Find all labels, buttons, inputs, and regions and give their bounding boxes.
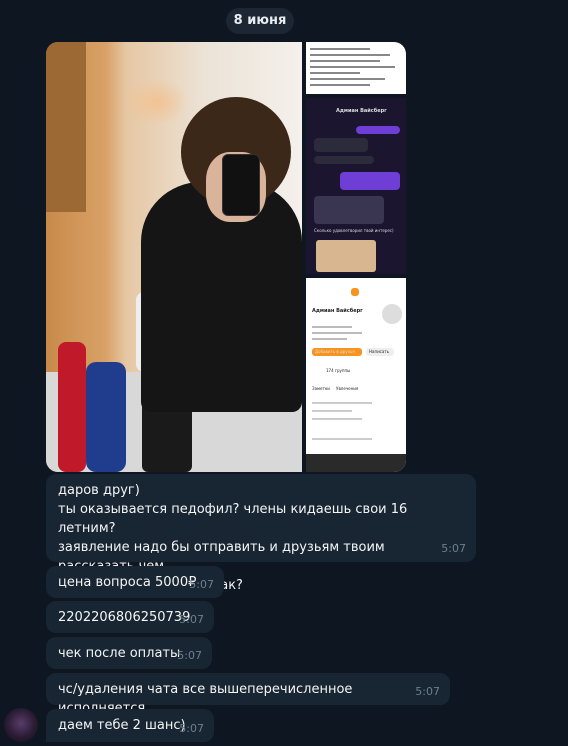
chat-thumb-bubble: [314, 138, 368, 152]
doc-line: [310, 48, 370, 50]
profile-thumb-add-friend-label: Добавить в друзья: [315, 349, 355, 354]
profile-thumb-tab-groups: Увлечения: [336, 386, 359, 391]
profile-thumb-post: [312, 418, 362, 420]
profile-thumb-add-friend-button: Добавить в друзья: [312, 348, 362, 356]
doc-line: [310, 78, 385, 80]
doc-line: [310, 60, 380, 62]
album-thumb-profile-screenshot[interactable]: Адмиан Вайсберг Добавить в друзья Написа…: [306, 278, 406, 472]
chat-thumb-bubble: [340, 172, 400, 190]
message-time: 5:07: [189, 578, 214, 591]
chat-thumb-caption: Сколько удовлетворил твой интерес): [314, 228, 394, 233]
album-thumb-document[interactable]: [306, 42, 406, 94]
profile-thumb-post: [312, 438, 372, 440]
message-time: 5:07: [415, 685, 440, 698]
chat-thumb-bubble: [314, 156, 374, 164]
doc-line: [310, 54, 390, 56]
profile-thumb-info: [312, 326, 352, 328]
profile-thumb-write-label: Написать: [369, 349, 390, 354]
message-bubble[interactable]: даем тебе 2 шанс) 5:07: [46, 709, 214, 742]
message-bubble[interactable]: чс/удаления чата все вышеперечисленное и…: [46, 673, 450, 716]
message-time: 5:07: [179, 722, 204, 735]
message-time: 5:07: [177, 649, 202, 662]
photo-door: [46, 42, 86, 212]
photo-bottle-red: [58, 342, 86, 472]
photo-album[interactable]: Адмиан Вайсберг Сколько удовлетворил тво…: [46, 42, 406, 472]
chat-thumb-video: [314, 196, 384, 224]
message-bubble[interactable]: даров друг) ты оказывается педофил? член…: [46, 474, 476, 593]
chat-thumb-photo: [316, 240, 376, 272]
doc-line: [310, 66, 395, 68]
profile-thumb-avatar: [382, 304, 402, 324]
sender-avatar[interactable]: [4, 708, 38, 742]
chat-thumb-contact: Адмиан Вайсберг: [336, 108, 387, 114]
album-thumb-chat-screenshot[interactable]: Адмиан Вайсберг Сколько удовлетворил тво…: [306, 98, 406, 274]
doc-line: [310, 84, 370, 86]
photo-bottle-blue: [86, 362, 126, 472]
profile-thumb-info: [312, 332, 362, 334]
photo-phone: [222, 154, 260, 216]
profile-thumb-banner: [306, 454, 406, 472]
album-photo-mirror-selfie[interactable]: [46, 42, 302, 472]
profile-thumb-write-button: Написать: [366, 348, 394, 356]
message-bubble[interactable]: 2202206806250739 5:07: [46, 601, 214, 633]
message-time: 5:07: [441, 542, 466, 555]
profile-thumb-groups: 174 группы: [326, 368, 351, 373]
chat-thumb-bubble: [356, 126, 400, 134]
ok-logo-icon: [351, 288, 359, 296]
profile-thumb-info: [312, 338, 347, 340]
profile-thumb-name: Адмиан Вайсберг: [312, 308, 363, 314]
doc-line: [310, 72, 360, 74]
profile-thumb-post: [312, 402, 372, 404]
message-bubble[interactable]: цена вопроса 5000₽ 5:07: [46, 566, 224, 598]
message-time: 5:07: [179, 613, 204, 626]
profile-thumb-tab-posts: Заметки: [312, 386, 330, 391]
date-separator: 8 июня: [226, 8, 294, 34]
profile-thumb-post: [312, 410, 352, 412]
message-bubble[interactable]: чек после оплаты 5:07: [46, 637, 212, 669]
